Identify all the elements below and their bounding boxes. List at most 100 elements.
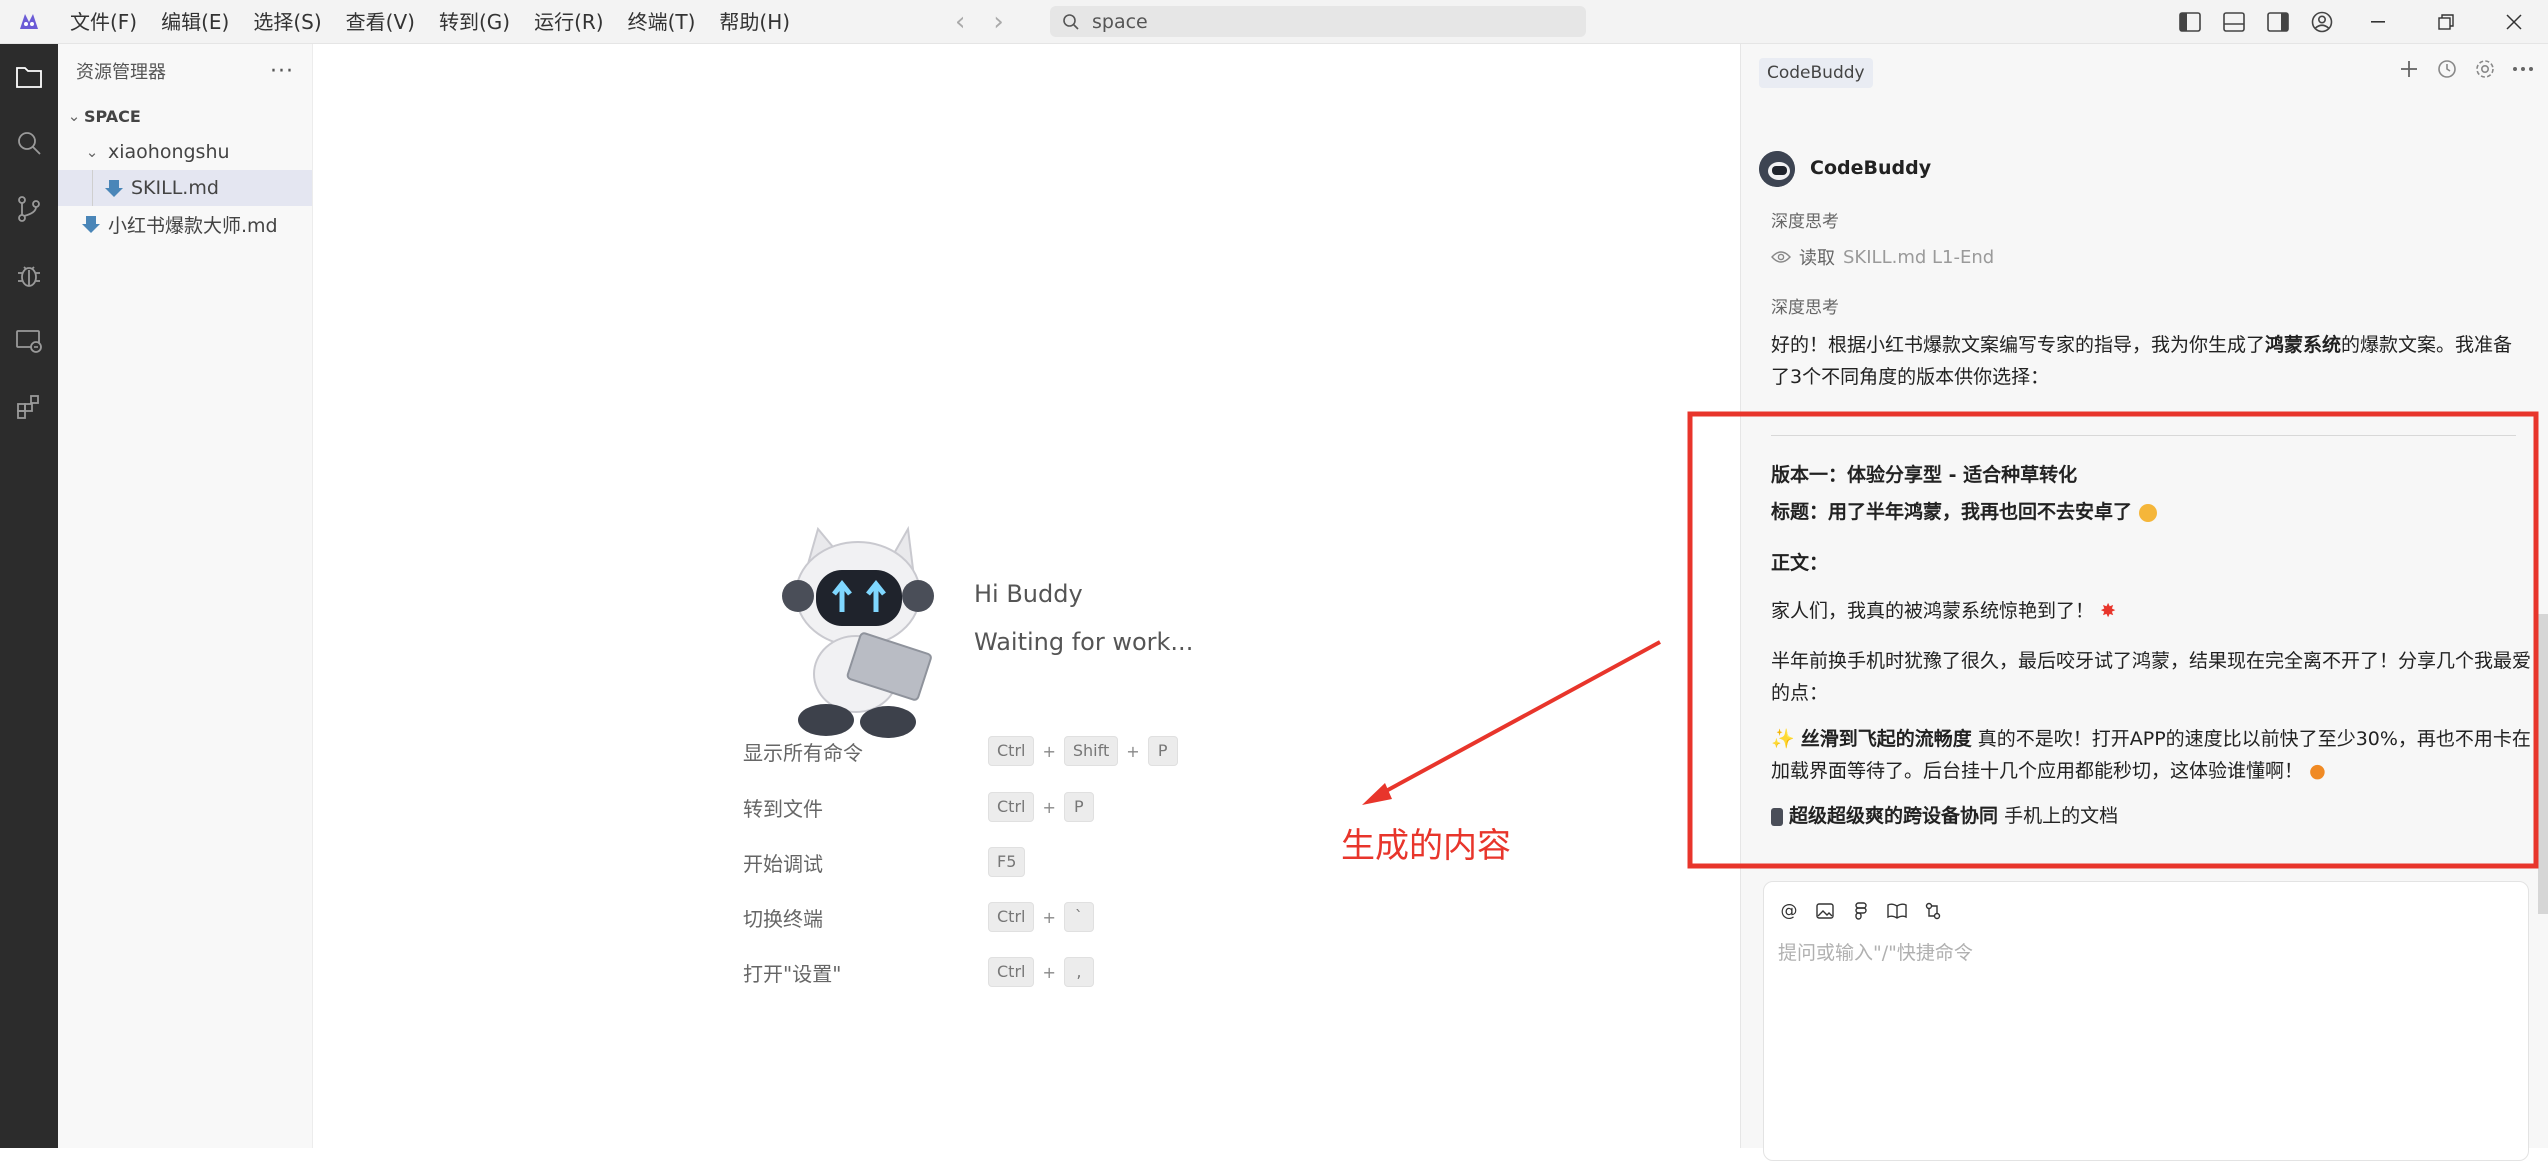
panel-scrollbar[interactable] — [2538, 614, 2548, 914]
shortcut-label: 切换终端 — [743, 906, 823, 931]
mention-at-icon[interactable]: @ — [1778, 900, 1800, 922]
menu-help[interactable]: 帮助(H) — [707, 0, 802, 44]
shortcut-label: 打开"设置" — [743, 961, 842, 986]
account-icon[interactable] — [2300, 0, 2344, 44]
more-actions-icon[interactable]: ··· — [270, 59, 294, 84]
close-icon[interactable] — [2480, 0, 2548, 44]
key-cap: Ctrl — [988, 792, 1035, 822]
key-plus: + — [1042, 907, 1056, 927]
codebuddy-tab[interactable]: CodeBuddy — [1759, 58, 1873, 88]
key-cap: , — [1063, 957, 1094, 987]
menu-go[interactable]: 转到(G) — [427, 0, 522, 44]
headline-line: 标题：用了半年鸿蒙，我再也回不去安卓了 — [1771, 496, 2531, 528]
figma-icon[interactable] — [1850, 900, 1872, 922]
explorer-icon[interactable] — [0, 44, 58, 110]
shortcut-toggle-terminal[interactable]: 切换终端 Ctrl + ` — [743, 900, 1094, 934]
key-cap: ` — [1063, 902, 1094, 932]
panel-actions — [2394, 54, 2538, 84]
source-control-icon[interactable] — [0, 176, 58, 242]
menu-terminal[interactable]: 终端(T) — [616, 0, 708, 44]
explorer-sidebar: 资源管理器 ··· ⌄ SPACE ⌄ xiaohongshu SKILL.md… — [58, 44, 313, 1148]
tree-root-label: SPACE — [84, 106, 141, 126]
section-divider — [1771, 435, 2516, 436]
markdown-file-icon — [82, 216, 100, 233]
shortcut-start-debugging[interactable]: 开始调试 F5 — [743, 845, 1026, 879]
command-center-search[interactable]: space — [1050, 6, 1586, 37]
chat-input-box[interactable]: @ 提问或输入"/"快捷命令 — [1763, 881, 2529, 1161]
tree-file-xiaohongshu-master[interactable]: 小红书爆款大师.md — [58, 206, 312, 242]
search-value: space — [1092, 10, 1148, 33]
remote-explorer-icon[interactable] — [0, 308, 58, 374]
intro-text: 好的！根据小红书爆款文案编写专家的指导，我为你生成了 — [1771, 334, 2266, 356]
welcome-status: Waiting for work... — [974, 628, 1194, 656]
menu-selection[interactable]: 选择(S) — [241, 0, 333, 44]
search-icon[interactable] — [0, 110, 58, 176]
fire-emoji-icon: ● — [2309, 760, 2326, 782]
chat-input-placeholder: 提问或输入"/"快捷命令 — [1778, 942, 1973, 964]
back-arrow-icon[interactable]: ‹ — [955, 7, 965, 37]
title-bar: 文件(F) 编辑(E) 选择(S) 查看(V) 转到(G) 运行(R) 终端(T… — [0, 0, 2548, 44]
new-chat-icon[interactable] — [2394, 54, 2424, 84]
run-debug-icon[interactable] — [0, 242, 58, 308]
key-cap: Ctrl — [988, 736, 1035, 766]
key-cap: P — [1147, 736, 1178, 766]
read-file-step[interactable]: 读取 SKILL.md L1-End — [1771, 244, 1994, 270]
key-cap: F5 — [988, 847, 1026, 877]
paragraph-text: 手机上的文档 — [1998, 805, 2119, 827]
title-right-controls — [2168, 0, 2548, 44]
chevron-down-icon: ⌄ — [85, 143, 99, 161]
intro-paragraph: 好的！根据小红书爆款文案编写专家的指导，我为你生成了鸿蒙系统的爆款文案。我准备了… — [1771, 329, 2531, 393]
menu-run[interactable]: 运行(R) — [522, 0, 616, 44]
paragraph-2: 半年前换手机时犹豫了很久，最后咬牙试了鸿蒙，结果现在完全离不开了！分享几个我最爱… — [1771, 650, 2532, 704]
paragraph-text: 家人们，我真的被鸿蒙系统惊艳到了！ — [1771, 600, 2095, 622]
search-icon — [1063, 13, 1079, 30]
eye-icon — [1771, 251, 1791, 263]
activity-bar — [0, 44, 58, 1148]
deep-thinking-label[interactable]: 深度思考 — [1771, 207, 1839, 232]
welcome-greeting: Hi Buddy — [974, 580, 1083, 608]
phone-emoji-icon — [1771, 807, 1783, 826]
forward-arrow-icon[interactable]: › — [993, 7, 1003, 37]
paragraph-3: ✨ 丝滑到飞起的流畅度 真的不是吹！打开APP的速度比以前快了至少30%，再也不… — [1771, 723, 2531, 787]
key-plus: + — [1042, 797, 1056, 817]
paragraph-1: 家人们，我真的被鸿蒙系统惊艳到了！ ✸ — [1771, 595, 2531, 627]
intro-bold: 鸿蒙系统 — [2265, 334, 2342, 356]
restore-icon[interactable] — [2412, 0, 2480, 44]
minimize-icon[interactable] — [2344, 0, 2412, 44]
shortcut-go-to-file[interactable]: 转到文件 Ctrl + P — [743, 790, 1094, 824]
image-icon[interactable] — [1814, 900, 1836, 922]
paragraph-bold: 丝滑到飞起的流畅度 — [1800, 728, 1972, 750]
tree-root-space[interactable]: ⌄ SPACE — [58, 98, 312, 134]
nav-arrows: ‹ › — [955, 0, 1004, 44]
codebuddy-avatar — [1759, 151, 1795, 187]
history-icon[interactable] — [2432, 54, 2462, 84]
more-icon[interactable] — [2508, 54, 2538, 84]
settings-gear-icon[interactable] — [2470, 54, 2500, 84]
input-toolbar: @ — [1778, 900, 1944, 922]
rules-icon[interactable] — [1922, 900, 1944, 922]
menu-view[interactable]: 查看(V) — [334, 0, 427, 44]
shortcut-label: 显示所有命令 — [743, 740, 863, 765]
deep-thinking-label[interactable]: 深度思考 — [1771, 293, 1839, 318]
tree-indent-guide — [92, 170, 93, 206]
key-plus: + — [1126, 741, 1140, 761]
toggle-panel-icon[interactable] — [2212, 0, 2256, 44]
tree-file-skill-md[interactable]: SKILL.md — [58, 170, 312, 206]
smile-emoji-icon — [2138, 503, 2157, 522]
toggle-primary-sidebar-icon[interactable] — [2168, 0, 2212, 44]
chevron-down-icon: ⌄ — [67, 107, 81, 125]
key-cap: P — [1063, 792, 1094, 822]
knowledge-book-icon[interactable] — [1886, 900, 1908, 922]
menu-file[interactable]: 文件(F) — [58, 0, 149, 44]
explorer-header: 资源管理器 ··· — [58, 44, 312, 98]
menu-edit[interactable]: 编辑(E) — [149, 0, 241, 44]
toggle-secondary-sidebar-icon[interactable] — [2256, 0, 2300, 44]
shortcut-show-all-commands[interactable]: 显示所有命令 Ctrl + Shift + P — [743, 734, 1178, 768]
paragraph-4: 超级超级爽的跨设备协同 手机上的文档 — [1771, 800, 2531, 832]
extensions-icon[interactable] — [0, 374, 58, 440]
read-file-name[interactable]: SKILL.md L1-End — [1843, 247, 1994, 268]
tree-folder-xiaohongshu[interactable]: ⌄ xiaohongshu — [58, 134, 312, 170]
sparkles-emoji-icon: ✨ — [1771, 728, 1795, 750]
shortcut-open-settings[interactable]: 打开"设置" Ctrl + , — [743, 955, 1094, 989]
key-plus: + — [1042, 962, 1056, 982]
